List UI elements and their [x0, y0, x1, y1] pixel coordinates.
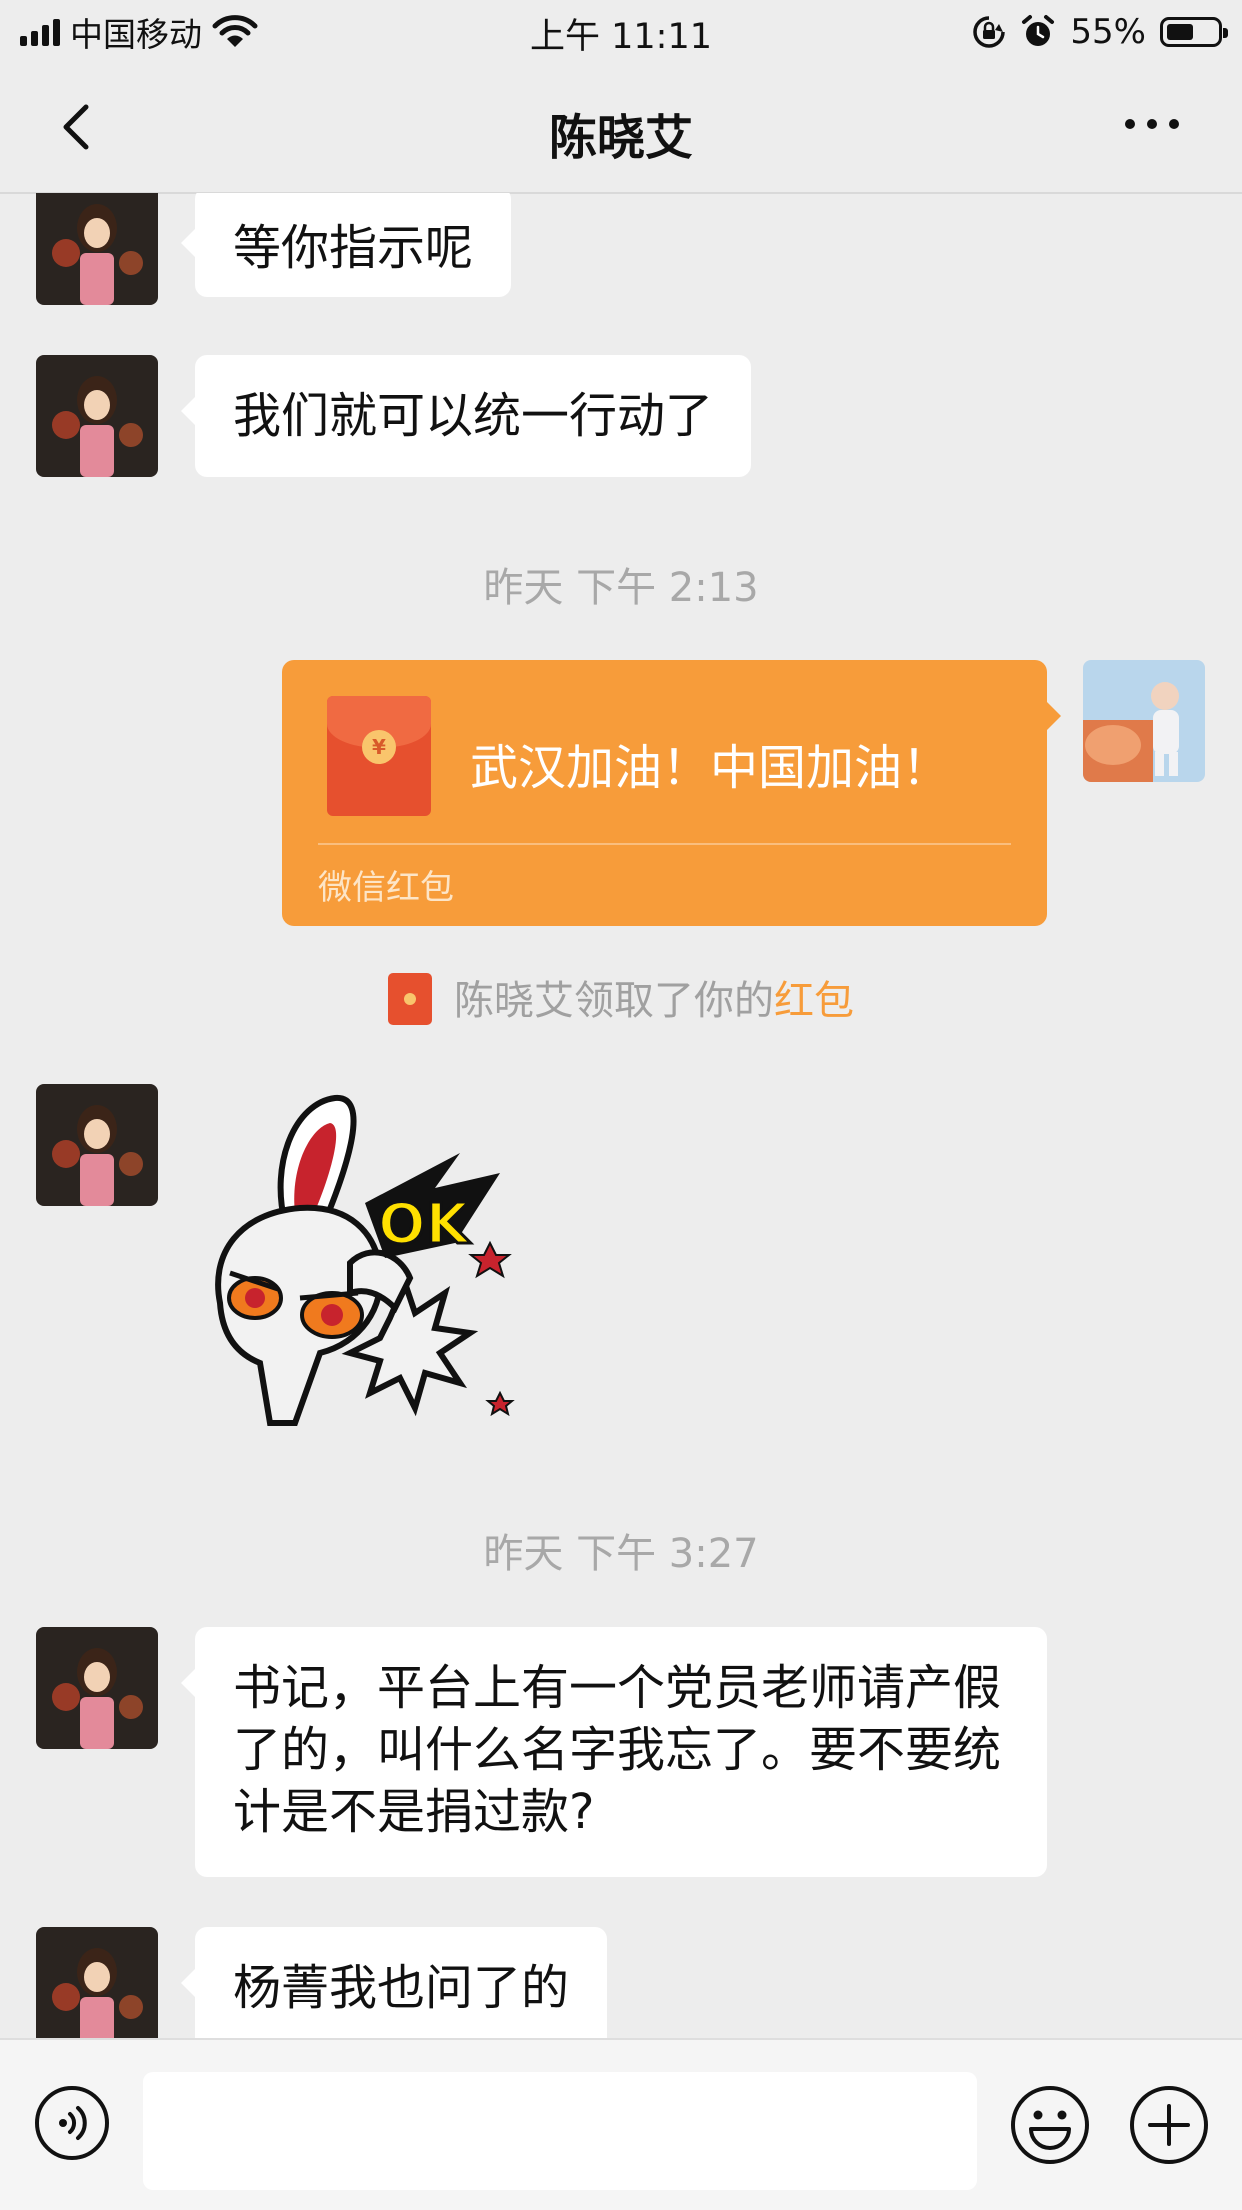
red-packet-receipt-notice: 陈晓艾领取了你的红包: [0, 968, 1242, 1029]
contact-avatar[interactable]: [36, 1084, 158, 1206]
rabbit-ok-sticker[interactable]: OK: [200, 1093, 560, 1453]
message-bubble[interactable]: 杨菁我也问了的: [180, 1927, 608, 2038]
emoji-icon[interactable]: [1009, 2084, 1091, 2166]
plus-icon[interactable]: [1128, 2084, 1210, 2166]
message-input[interactable]: [143, 2072, 977, 2190]
red-packet-card[interactable]: ¥ 武汉加油！中国加油！ 微信红包: [282, 660, 1061, 926]
more-icon[interactable]: [1122, 114, 1182, 134]
status-bar: 中国移动 上午 11:11 55%: [0, 0, 1242, 62]
nav-bar: 陈晓艾: [0, 62, 1242, 194]
message-text: 等你指示呢: [233, 220, 474, 276]
notice-link[interactable]: 红包: [774, 978, 854, 1024]
status-right: 55%: [972, 10, 1228, 54]
lock-rotation-icon: [973, 16, 1006, 48]
alarm-icon: [1022, 15, 1055, 46]
red-packet-greeting: 武汉加油！中国加油！: [470, 740, 951, 796]
notice-text: 陈晓艾领取了你的: [454, 978, 774, 1024]
red-packet-small-icon: [388, 973, 432, 1025]
contact-avatar[interactable]: [36, 193, 158, 305]
red-packet-icon: ¥: [327, 696, 431, 816]
input-bar: [0, 2038, 1242, 2210]
timestamp: 昨天 下午 2:13: [483, 565, 759, 611]
message-bubble[interactable]: 我们就可以统一行动了: [180, 355, 752, 477]
chat-area[interactable]: 等你指示呢 我们就可以统一行动了 昨天 下午 2:13 ¥ 武汉加油！中国加油！…: [0, 193, 1242, 2038]
contact-avatar[interactable]: [36, 1627, 158, 1749]
contact-avatar[interactable]: [36, 355, 158, 477]
timestamp: 昨天 下午 3:27: [483, 1531, 759, 1577]
chat-title: 陈晓艾: [548, 110, 693, 166]
red-packet-divider: [318, 843, 1011, 845]
message-bubble[interactable]: 等你指示呢: [180, 193, 512, 297]
battery-percent: 55%: [1070, 12, 1146, 52]
voice-icon[interactable]: [33, 2084, 111, 2162]
battery-icon: [1160, 17, 1228, 47]
message-text: 书记，平台上有一个党员老师请产假了的，叫什么名字我忘了。要不要统计是不是捐过款?: [233, 1660, 1002, 1840]
red-packet-label: 微信红包: [318, 868, 454, 908]
my-avatar[interactable]: [1083, 660, 1205, 782]
contact-avatar[interactable]: [36, 1927, 158, 2038]
message-text: 杨菁我也问了的: [233, 1960, 570, 2016]
message-text: 我们就可以统一行动了: [233, 388, 714, 444]
sticker-text: OK: [378, 1192, 472, 1257]
message-bubble[interactable]: 书记，平台上有一个党员老师请产假了的，叫什么名字我忘了。要不要统计是不是捐过款?: [181, 1627, 1047, 1877]
